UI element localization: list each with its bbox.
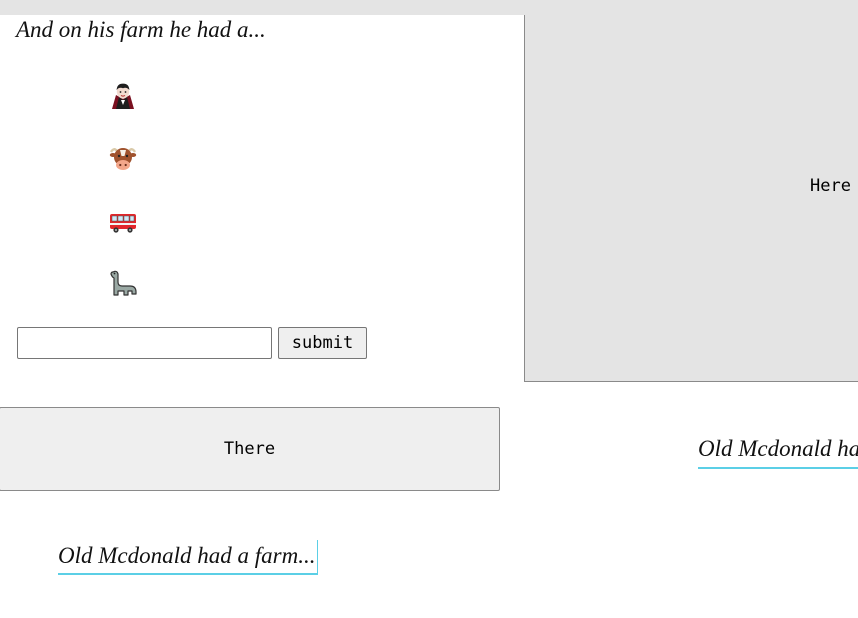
cow-icon[interactable] xyxy=(108,144,138,174)
there-label: There xyxy=(223,439,276,459)
vampire-icon[interactable] xyxy=(108,81,138,111)
here-drop-zone[interactable]: Here xyxy=(524,15,858,382)
farm-heading: And on his farm he had a... xyxy=(16,17,266,42)
top-bar xyxy=(0,0,858,15)
song-link-bottom[interactable]: Old Mcdonald had a farm... xyxy=(58,540,319,575)
song-link-right[interactable]: Old Mcdonald had a farm... xyxy=(698,434,858,469)
submit-button[interactable]: submit xyxy=(278,327,367,359)
farm-panel: And on his farm he had a... submit xyxy=(0,15,524,375)
there-drop-zone[interactable]: There xyxy=(0,407,500,491)
dinosaur-icon[interactable] xyxy=(108,268,138,298)
here-label: Here xyxy=(810,176,851,196)
answer-input[interactable] xyxy=(17,327,272,359)
fire-engine-icon[interactable] xyxy=(108,207,138,237)
